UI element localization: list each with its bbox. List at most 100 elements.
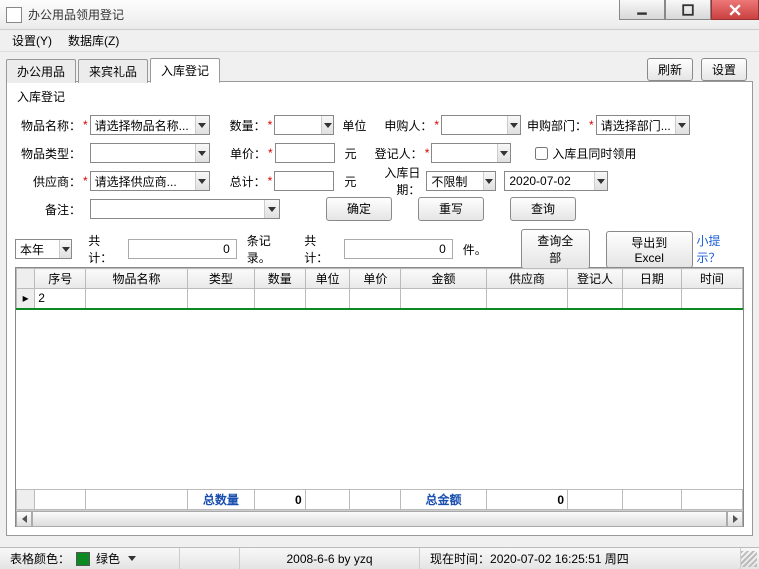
chevron-down-icon bbox=[594, 172, 608, 190]
export-excel-button[interactable]: 导出到Excel bbox=[606, 231, 693, 268]
records-suffix: 条记录。 bbox=[241, 232, 300, 266]
query-button[interactable]: 查询 bbox=[510, 197, 576, 221]
col-supplier[interactable]: 供应商 bbox=[486, 269, 567, 289]
qty-label: 数量： bbox=[210, 117, 266, 134]
footer-total-qty-label: 总数量 bbox=[187, 490, 254, 510]
count-label-1: 共计： bbox=[88, 232, 124, 266]
reset-button[interactable]: 重写 bbox=[418, 197, 484, 221]
chevron-down-icon bbox=[195, 116, 209, 134]
tab-office-supplies[interactable]: 办公用品 bbox=[6, 59, 76, 83]
col-type[interactable]: 类型 bbox=[187, 269, 254, 289]
tab-strip: 办公用品 来宾礼品 入库登记 刷新 设置 bbox=[6, 58, 753, 82]
footer-total-amt: 0 bbox=[486, 490, 567, 510]
minimize-button[interactable] bbox=[619, 0, 665, 20]
chevron-down-icon bbox=[59, 240, 71, 258]
required-mark: * bbox=[81, 118, 90, 132]
date-combo[interactable] bbox=[504, 171, 608, 191]
dept-combo[interactable] bbox=[596, 115, 690, 135]
query-all-button[interactable]: 查询全部 bbox=[521, 229, 590, 269]
total-label: 总计： bbox=[210, 173, 266, 190]
chevron-down-icon bbox=[507, 116, 520, 134]
chevron-down-icon bbox=[321, 116, 333, 134]
chevron-down-icon bbox=[195, 172, 209, 190]
count-label-2: 共计： bbox=[304, 232, 340, 266]
dept-label: 申购部门： bbox=[521, 117, 587, 134]
horizontal-scrollbar[interactable] bbox=[16, 510, 743, 526]
price-label: 单价： bbox=[210, 145, 266, 162]
refresh-button[interactable]: 刷新 bbox=[647, 58, 693, 81]
applicant-combo[interactable] bbox=[441, 115, 521, 135]
title-bar: 办公用品领用登记 bbox=[0, 0, 759, 30]
table-row[interactable]: ▸ 2 bbox=[17, 289, 743, 309]
status-bar: 表格颜色： 绿色 2008-6-6 by yzq 现在时间： 2020-07-0… bbox=[0, 547, 759, 569]
menu-database[interactable]: 数据库(Z) bbox=[60, 30, 127, 51]
col-price[interactable]: 单价 bbox=[350, 269, 401, 289]
pieces-suffix: 件。 bbox=[457, 241, 493, 258]
count-value-2: 0 bbox=[344, 239, 453, 259]
registrant-label: 登记人： bbox=[363, 145, 423, 162]
count-value-1: 0 bbox=[128, 239, 237, 259]
section-title: 入库登记 bbox=[17, 88, 744, 105]
price-input[interactable] bbox=[275, 143, 335, 163]
currency-1: 元 bbox=[335, 145, 363, 162]
supplier-label: 供应商： bbox=[15, 173, 81, 190]
col-amount[interactable]: 金额 bbox=[401, 269, 486, 289]
col-time[interactable]: 时间 bbox=[681, 269, 742, 289]
maximize-button[interactable] bbox=[665, 0, 711, 20]
supplier-combo[interactable] bbox=[90, 171, 210, 191]
remark-combo[interactable] bbox=[90, 199, 280, 219]
menu-settings[interactable]: 设置(Y) bbox=[4, 30, 60, 51]
menu-bar: 设置(Y) 数据库(Z) bbox=[0, 30, 759, 52]
type-combo[interactable] bbox=[90, 143, 210, 163]
row-indicator-icon: ▸ bbox=[17, 289, 35, 309]
color-name: 绿色 bbox=[96, 550, 120, 567]
app-icon bbox=[6, 7, 22, 23]
col-registrant[interactable]: 登记人 bbox=[568, 269, 623, 289]
period-combo[interactable] bbox=[15, 239, 72, 259]
col-seq[interactable]: 序号 bbox=[35, 269, 86, 289]
unit-label: 单位 bbox=[334, 117, 372, 134]
scroll-left-button[interactable] bbox=[16, 511, 32, 527]
now-value: 2020-07-02 16:25:51 周四 bbox=[490, 550, 629, 567]
entry-date-label: 入库日期： bbox=[362, 164, 420, 198]
chevron-down-icon bbox=[195, 144, 209, 162]
now-label: 现在时间： bbox=[430, 550, 490, 567]
registrant-combo[interactable] bbox=[431, 143, 511, 163]
resize-grip-icon[interactable] bbox=[741, 551, 757, 567]
date-limit-combo[interactable] bbox=[426, 171, 496, 191]
scroll-right-button[interactable] bbox=[727, 511, 743, 527]
scroll-thumb[interactable] bbox=[32, 511, 727, 527]
checkin-borrow-checkbox[interactable]: 入库且同时领用 bbox=[535, 145, 636, 162]
col-unit[interactable]: 单位 bbox=[305, 269, 350, 289]
chevron-down-icon bbox=[675, 116, 689, 134]
tip-link[interactable]: 小提示？ bbox=[697, 232, 744, 266]
tab-stock-in[interactable]: 入库登记 bbox=[150, 58, 220, 83]
tab-guest-gifts[interactable]: 来宾礼品 bbox=[78, 59, 148, 83]
window-title: 办公用品领用登记 bbox=[28, 6, 124, 23]
footer-total-amt-label: 总金额 bbox=[401, 490, 486, 510]
color-label: 表格颜色： bbox=[10, 550, 70, 567]
item-name-label: 物品名称： bbox=[15, 117, 81, 134]
remark-label: 备注： bbox=[15, 201, 81, 218]
total-input[interactable] bbox=[274, 171, 334, 191]
settings-button[interactable]: 设置 bbox=[701, 58, 747, 81]
chevron-down-icon bbox=[264, 200, 279, 218]
chevron-down-icon[interactable] bbox=[128, 556, 136, 561]
qty-combo[interactable] bbox=[274, 115, 334, 135]
col-date[interactable]: 日期 bbox=[622, 269, 681, 289]
applicant-label: 申购人： bbox=[372, 117, 432, 134]
col-name[interactable]: 物品名称 bbox=[86, 269, 188, 289]
footer-total-qty: 0 bbox=[254, 490, 305, 510]
close-button[interactable] bbox=[711, 0, 759, 20]
currency-2: 元 bbox=[334, 173, 362, 190]
author-info: 2008-6-6 by yzq bbox=[240, 548, 420, 569]
ok-button[interactable]: 确定 bbox=[326, 197, 392, 221]
chevron-down-icon bbox=[483, 172, 496, 190]
item-name-combo[interactable] bbox=[90, 115, 210, 135]
type-label: 物品类型： bbox=[15, 145, 81, 162]
col-qty[interactable]: 数量 bbox=[254, 269, 305, 289]
data-grid: 序号 物品名称 类型 数量 单位 单价 金额 供应商 登记人 日期 时间 bbox=[15, 267, 744, 527]
chevron-down-icon bbox=[497, 144, 510, 162]
color-swatch-icon bbox=[76, 552, 90, 566]
grid-header-row: 序号 物品名称 类型 数量 单位 单价 金额 供应商 登记人 日期 时间 bbox=[17, 269, 743, 289]
